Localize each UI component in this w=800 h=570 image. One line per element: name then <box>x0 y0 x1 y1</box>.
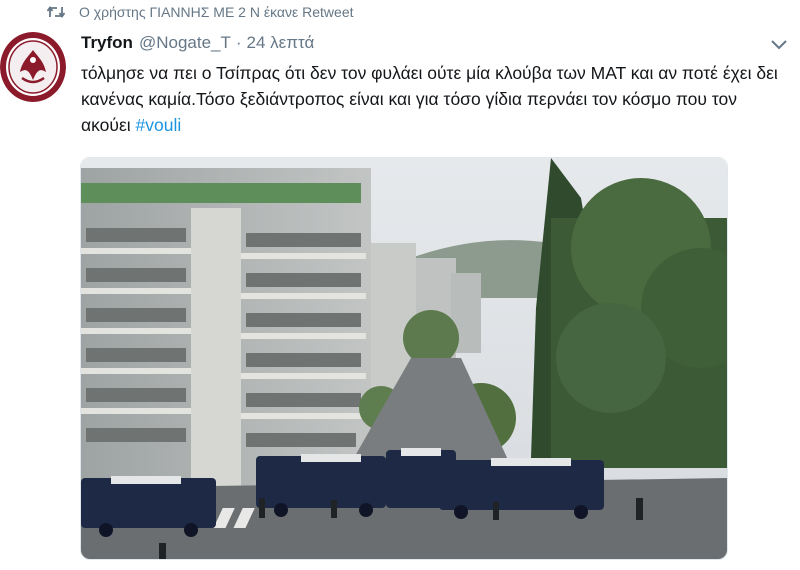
tweet-menu-button[interactable] <box>768 35 790 53</box>
timestamp[interactable]: 24 λεπτά <box>247 33 315 53</box>
avatar[interactable] <box>0 32 66 102</box>
retweet-icon <box>47 5 65 19</box>
author-handle[interactable]: @Nogate_T <box>139 33 231 53</box>
club-crest-logo <box>0 32 66 102</box>
retweet-label: Ο χρήστης ΓΙΑΝΝΗΣ ΜΕ 2 Ν έκανε Retweet <box>79 4 354 20</box>
tweet-body: τόλμησε να πει ο Τσίπρας ότι δεν τον φυλ… <box>81 63 778 135</box>
tweet-header: Tryfon @Nogate_T · 24 λεπτά <box>81 33 314 53</box>
retweet-context: Ο χρήστης ΓΙΑΝΝΗΣ ΜΕ 2 Ν έκανε Retweet <box>47 2 354 22</box>
hashtag-link[interactable]: #vouli <box>136 115 182 135</box>
chevron-down-icon <box>771 40 787 50</box>
tweet-text: τόλμησε να πει ο Τσίπρας ότι δεν τον φυλ… <box>81 60 781 138</box>
author-name[interactable]: Tryfon <box>81 33 133 53</box>
tweet-photo[interactable] <box>80 157 728 560</box>
separator-dot: · <box>235 33 242 52</box>
street-photo <box>81 158 727 559</box>
